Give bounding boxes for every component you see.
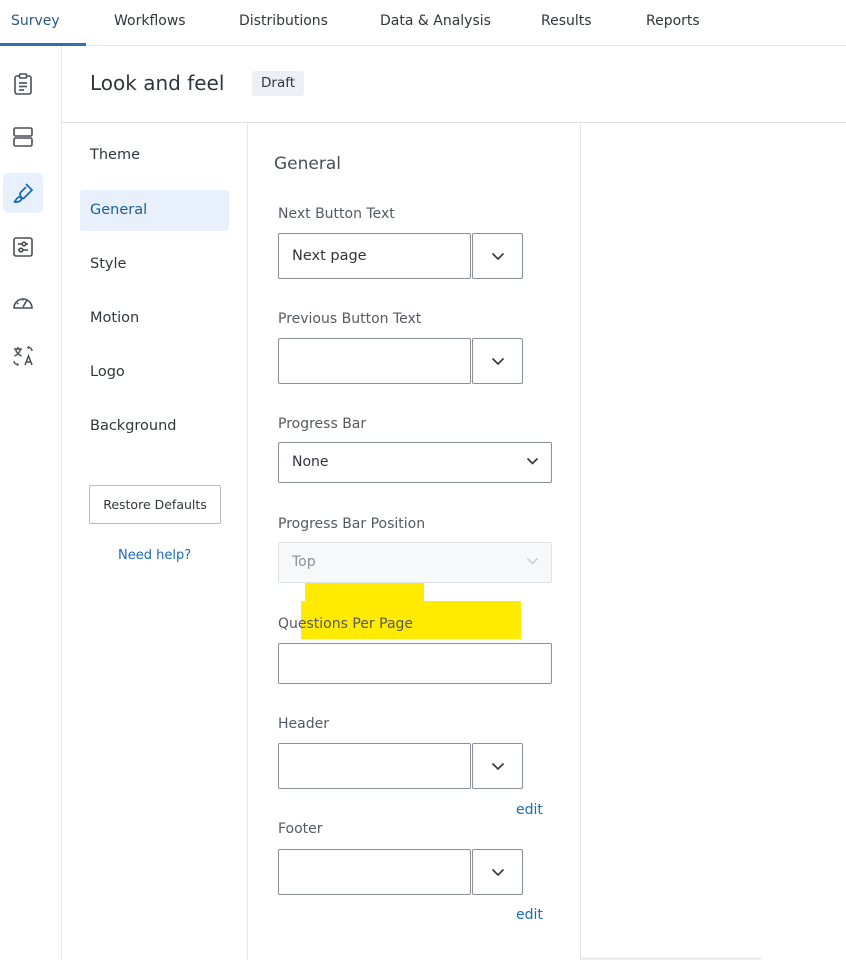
previous-button-text-input[interactable]	[278, 338, 471, 384]
subnav-item-general[interactable]: General	[80, 190, 229, 231]
header-divider	[62, 122, 846, 123]
top-navigation: Survey Workflows Distributions Data & An…	[0, 0, 846, 46]
survey-options-icon[interactable]	[3, 227, 43, 267]
draft-status-badge: Draft	[252, 71, 305, 96]
subnav-item-background[interactable]: Background	[80, 406, 229, 447]
subnav-item-theme[interactable]: Theme	[80, 135, 229, 176]
footer-field-label: Footer	[278, 821, 323, 837]
tools-gauge-icon[interactable]	[3, 282, 43, 322]
progress-bar-position-value: Top	[292, 554, 316, 570]
chevron-down-icon	[526, 457, 539, 465]
chevron-down-icon	[491, 868, 504, 876]
tab-workflows[interactable]: Workflows	[114, 13, 186, 29]
next-button-text-input[interactable]	[278, 233, 471, 279]
need-help-link[interactable]: Need help?	[118, 548, 191, 563]
footer-field-input[interactable]	[278, 849, 471, 895]
subnav-item-motion[interactable]: Motion	[80, 298, 229, 339]
subnav-item-logo[interactable]: Logo	[80, 352, 229, 393]
chevron-down-icon	[527, 558, 538, 565]
next-button-text-dropdown-button[interactable]	[472, 233, 523, 279]
tab-survey[interactable]: Survey	[11, 13, 60, 29]
progress-bar-label: Progress Bar	[278, 416, 367, 432]
header-field-dropdown-button[interactable]	[472, 743, 523, 789]
left-icon-rail	[0, 46, 62, 960]
tab-reports[interactable]: Reports	[646, 13, 700, 29]
header-edit-link[interactable]: edit	[516, 802, 543, 818]
previous-button-text-dropdown-button[interactable]	[472, 338, 523, 384]
footer-field-dropdown-button[interactable]	[472, 849, 523, 895]
next-button-text-label: Next Button Text	[278, 206, 395, 222]
page-title: Look and feel	[90, 71, 225, 95]
header-field-label: Header	[278, 716, 329, 732]
translate-icon[interactable]	[3, 336, 43, 376]
chevron-down-icon	[491, 762, 504, 770]
header-field-input[interactable]	[278, 743, 471, 789]
panel-divider	[580, 123, 581, 960]
previous-button-text-label: Previous Button Text	[278, 311, 422, 327]
subnav-divider	[247, 123, 248, 960]
chevron-down-icon	[491, 357, 504, 365]
restore-defaults-button[interactable]: Restore Defaults	[89, 485, 221, 524]
progress-bar-position-label: Progress Bar Position	[278, 516, 426, 532]
tab-results[interactable]: Results	[541, 13, 592, 29]
questions-per-page-label: Questions Per Page	[278, 616, 414, 632]
tab-data-analysis[interactable]: Data & Analysis	[380, 13, 491, 29]
subnav-item-style[interactable]: Style	[80, 244, 229, 285]
footer-edit-link[interactable]: edit	[516, 907, 543, 923]
chevron-down-icon	[491, 252, 504, 260]
progress-bar-position-select: Top	[278, 542, 552, 583]
look-and-feel-brush-icon[interactable]	[3, 173, 43, 213]
survey-flow-icon[interactable]	[3, 117, 43, 157]
survey-clipboard-icon[interactable]	[3, 64, 43, 104]
progress-bar-value: None	[292, 454, 329, 470]
tab-distributions[interactable]: Distributions	[239, 13, 328, 29]
progress-bar-select[interactable]: None	[278, 442, 552, 483]
questions-per-page-input[interactable]	[278, 643, 552, 684]
general-section-title: General	[274, 154, 341, 174]
